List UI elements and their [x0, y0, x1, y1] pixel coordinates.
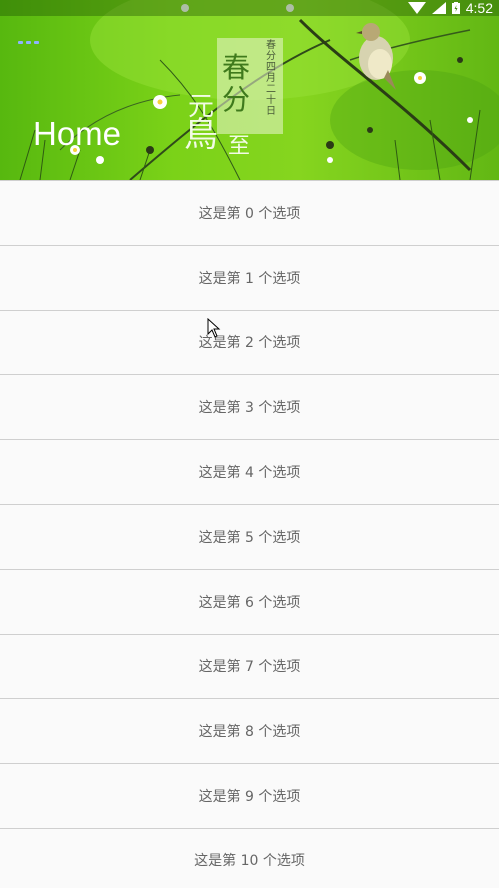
- mouse-cursor-icon: [207, 318, 221, 338]
- list-item-label: 这是第 5 个选项: [198, 529, 301, 546]
- list-item[interactable]: 这是第 8 个选项: [0, 699, 499, 765]
- header-banner: 4:52 春分 春分四月二十日 元 鳥 至 Home: [0, 0, 499, 180]
- status-time: 4:52: [465, 0, 493, 16]
- list-item-label: 这是第 4 个选项: [198, 465, 301, 482]
- list-item[interactable]: 这是第 9 个选项: [0, 764, 499, 829]
- list-item[interactable]: 这是第 10 个选项: [0, 828, 499, 888]
- list-item-label: 这是第 9 个选项: [198, 789, 301, 806]
- signal-icon: [431, 2, 446, 14]
- app-screen: 4:52 春分 春分四月二十日 元 鳥 至 Home 这是第 0 个选项 这是第…: [0, 0, 499, 888]
- list-item-label: 这是第 0 个选项: [198, 205, 301, 222]
- menu-dots-icon[interactable]: [18, 41, 42, 47]
- list-item[interactable]: 这是第 5 个选项: [0, 504, 499, 570]
- poster-seal-text: 春分: [222, 51, 251, 116]
- poster-seal-side-text: 春分四月二十日: [266, 40, 276, 117]
- options-list[interactable]: 这是第 0 个选项 这是第 1 个选项 这是第 2 个选项 这是第 3 个选项 …: [0, 180, 499, 888]
- battery-icon: [451, 2, 460, 14]
- list-item-label: 这是第 8 个选项: [198, 724, 301, 741]
- list-item[interactable]: 这是第 3 个选项: [0, 375, 499, 441]
- list-item-label: 这是第 1 个选项: [198, 270, 301, 287]
- wifi-icon: [407, 2, 426, 14]
- calligraphy-char-3: 至: [228, 134, 251, 159]
- page-title: Home: [33, 115, 122, 152]
- list-item-label: 这是第 6 个选项: [198, 594, 301, 611]
- list-item[interactable]: 这是第 4 个选项: [0, 440, 499, 505]
- list-item[interactable]: 这是第 0 个选项: [0, 181, 499, 246]
- status-bar: 4:52: [0, 0, 499, 16]
- list-item-label: 这是第 3 个选项: [198, 400, 301, 417]
- list-item-label: 这是第 10 个选项: [194, 853, 305, 870]
- list-item[interactable]: 这是第 6 个选项: [0, 569, 499, 635]
- list-item[interactable]: 这是第 7 个选项: [0, 634, 499, 700]
- calligraphy-char-2: 鳥: [184, 115, 218, 155]
- list-item[interactable]: 这是第 1 个选项: [0, 245, 499, 311]
- list-item[interactable]: 这是第 2 个选项: [0, 310, 499, 376]
- list-item-label: 这是第 7 个选项: [198, 659, 301, 676]
